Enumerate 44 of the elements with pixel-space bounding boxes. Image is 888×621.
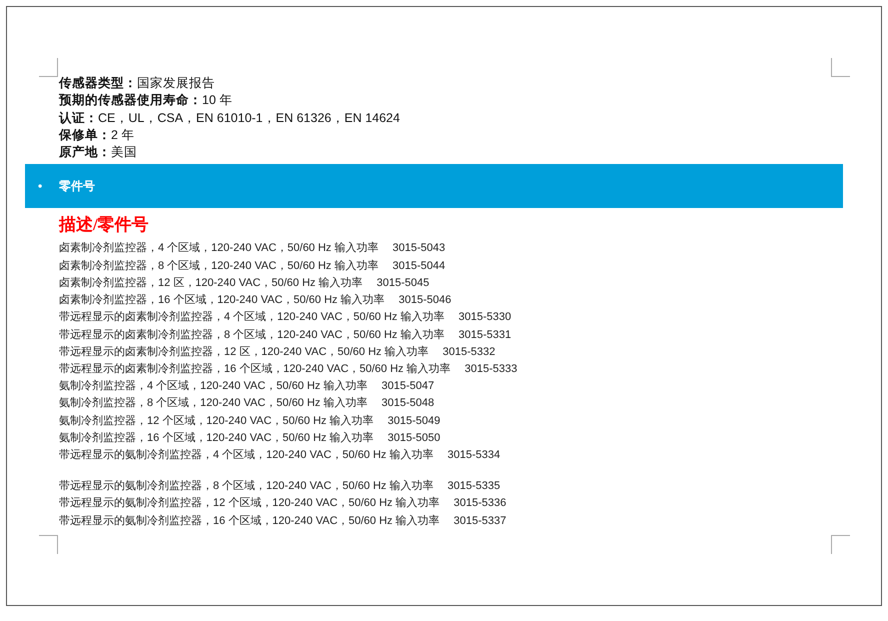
part-number: 3015-5332 — [442, 344, 496, 360]
part-number: 3015-5043 — [392, 241, 446, 256]
part-number: 3015-5330 — [458, 310, 512, 326]
spec-line: 保修单：2 年 — [59, 126, 136, 144]
part-number: 3015-5044 — [392, 258, 446, 274]
section-title: 零件号 — [59, 178, 95, 195]
crop-mark — [831, 535, 850, 554]
part-description: 氨制冷剂监控器，16 个区域，120-240 VAC，50/60 Hz 输入功率 — [59, 430, 374, 446]
part-number: 3015-5333 — [464, 362, 518, 377]
part-number: 3015-5334 — [447, 448, 500, 463]
part-description: 带远程显示的卤素制冷剂监控器，12 区，120-240 VAC，50/60 Hz 输入功率 — [59, 344, 429, 360]
part-number: 3015-5047 — [381, 379, 434, 394]
spec-line: 传感器类型：国家发展报告 — [59, 75, 216, 92]
part-description: 带远程显示的卤素制冷剂监控器，16 个区域，120-240 VAC，50/60 Hz 输入功率 — [59, 362, 451, 377]
part-number: 3015-5336 — [454, 496, 506, 512]
part-description: 带远程显示的氨制冷剂监控器，8 个区域，120-240 VAC，50/60 Hz 输入功率 — [59, 478, 434, 494]
part-number: 3015-5046 — [398, 293, 452, 308]
part-description: 卤素制冷剂监控器，4 个区域，120-240 VAC，50/60 Hz 输入功率 — [59, 240, 378, 256]
part-number: 3015-5337 — [454, 514, 506, 529]
part-description: 带远程显示的氨制冷剂监控器，16 个区域，120-240 VAC，50/60 Hz 输入功率 — [59, 514, 440, 529]
crop-mark — [39, 58, 58, 77]
part-description: 卤素制冷剂监控器，16 个区域，120-240 VAC，50/60 Hz 输入功率 — [59, 292, 385, 308]
section-heading: 描述/零件号 — [59, 214, 150, 236]
part-number: 3015-5050 — [388, 430, 440, 446]
spec-line: 认证：CE，UL，CSA，EN 61010-1，EN 61326，EN 14624 — [59, 110, 401, 127]
part-description: 卤素制冷剂监控器，8 个区域，120-240 VAC，50/60 Hz 输入功率 — [59, 258, 378, 274]
spec-line: 预期的传感器使用寿命：10 年 — [59, 92, 234, 110]
part-number: 3015-5049 — [388, 414, 440, 429]
part-number: 3015-5045 — [376, 276, 430, 291]
part-description: 带远程显示的卤素制冷剂监控器，4 个区域，120-240 VAC，50/60 Hz 输入功率 — [59, 310, 444, 326]
part-number: 3015-5048 — [381, 396, 434, 412]
spec-line: 原产地：美国 — [59, 144, 138, 162]
part-number: 3015-5335 — [447, 479, 500, 494]
crop-mark — [831, 58, 850, 77]
part-description: 带远程显示的氨制冷剂监控器，4 个区域，120-240 VAC，50/60 Hz 输入功率 — [59, 448, 434, 463]
part-description: 氨制冷剂监控器，8 个区域，120-240 VAC，50/60 Hz 输入功率 — [59, 396, 368, 412]
part-description: 带远程显示的氨制冷剂监控器，12 个区域，120-240 VAC，50/60 Hz 输入功率 — [59, 496, 440, 512]
part-description: 氨制冷剂监控器，4 个区域，120-240 VAC，50/60 Hz 输入功率 — [59, 378, 368, 394]
part-number: 3015-5331 — [458, 328, 512, 342]
bullet: • — [38, 179, 44, 194]
part-description: 氨制冷剂监控器，12 个区域，120-240 VAC，50/60 Hz 输入功率 — [59, 414, 374, 429]
crop-mark — [39, 535, 58, 554]
part-description: 带远程显示的卤素制冷剂监控器，8 个区域，120-240 VAC，50/60 Hz 输入功率 — [59, 328, 444, 342]
part-description: 卤素制冷剂监控器，12 区，120-240 VAC，50/60 Hz 输入功率 — [59, 276, 363, 291]
